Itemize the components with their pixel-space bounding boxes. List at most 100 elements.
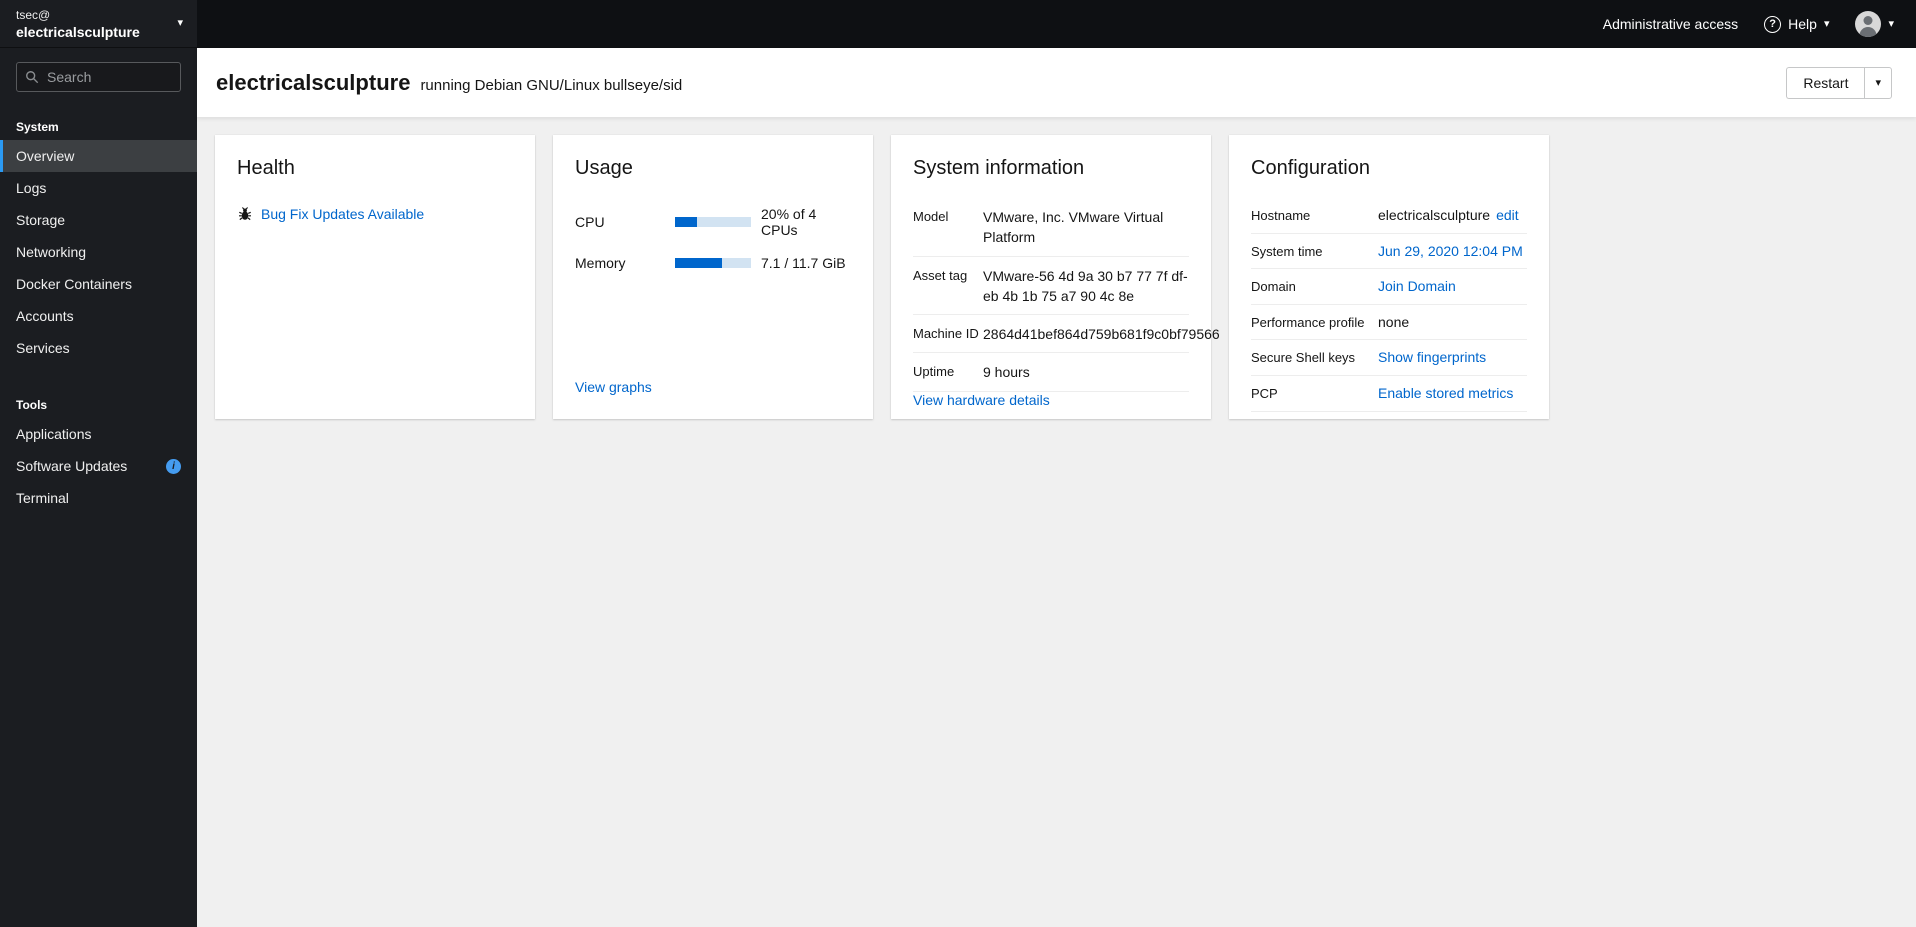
row-term: Domain: [1251, 279, 1296, 295]
bug-icon: [239, 207, 251, 221]
memory-label: Memory: [575, 255, 626, 271]
search-input[interactable]: [16, 62, 181, 92]
host-switcher-user: tsec@: [16, 7, 51, 22]
cpu-usage-row: CPU 20% of 4 CPUs: [575, 206, 851, 238]
restart-button[interactable]: Restart: [1786, 66, 1865, 99]
host-switcher-host: electricalsculpture: [16, 23, 140, 40]
memory-usage-row: Memory 7.1 / 11.7 GiB: [575, 255, 851, 271]
row-term: Uptime: [913, 364, 955, 380]
cpu-progress-bar: [675, 217, 751, 227]
search-icon: [26, 71, 39, 84]
join-domain-link[interactable]: Join Domain: [1378, 277, 1456, 297]
sidebar: tsec@ electricalsculpture ▾ System Overv…: [0, 0, 197, 927]
sidebar-nav: System Overview Logs Storage Networking …: [0, 108, 197, 514]
avatar: [1855, 11, 1882, 37]
table-row: Asset tag VMware-56 4d 9a 30 b7 77 7f df…: [913, 257, 1189, 316]
page-subtitle: running Debian GNU/Linux bullseye/sid: [420, 76, 683, 94]
chevron-down-icon: ▾: [1888, 17, 1894, 30]
row-term: Secure Shell keys: [1251, 350, 1356, 366]
view-hardware-details-link[interactable]: View hardware details: [913, 392, 1189, 408]
table-row: Machine ID 2864d41bef864d759b681f9c0bf79…: [913, 315, 1220, 354]
edit-hostname-link[interactable]: edit: [1496, 206, 1519, 226]
table-row: Domain Join Domain: [1251, 269, 1527, 305]
sidebar-item-storage[interactable]: Storage: [0, 204, 197, 236]
configuration-table: Hostname electricalsculpture edit System…: [1251, 198, 1527, 412]
sidebar-item-logs[interactable]: Logs: [0, 172, 197, 204]
row-term: Hostname: [1251, 208, 1311, 223]
page-title: electricalsculpture: [216, 69, 411, 95]
sidebar-item-networking[interactable]: Networking: [0, 236, 197, 268]
nav-section-system: System Overview Logs Storage Networking …: [0, 112, 197, 364]
sidebar-search: [16, 62, 181, 92]
performance-profile-value: none: [1378, 313, 1410, 330]
system-information-card: System information Model VMware, Inc. VM…: [891, 135, 1220, 419]
session-menu-button[interactable]: ▾: [1855, 11, 1894, 37]
row-value: VMware, Inc. VMware Virtual Platform: [983, 209, 1164, 246]
row-value: VMware-56 4d 9a 30 b7 77 7f df-eb 4b 1b …: [983, 267, 1188, 304]
host-switcher[interactable]: tsec@ electricalsculpture ▾: [0, 0, 197, 48]
nav-section-tools-title: Tools: [16, 398, 48, 412]
cpu-progress-fill: [675, 217, 698, 227]
help-label: Help: [1788, 16, 1817, 32]
sidebar-item-applications[interactable]: Applications: [0, 418, 197, 450]
chevron-down-icon: ▾: [1875, 77, 1881, 89]
card-grid: Health Bug Fix Updates Available Usage C…: [215, 135, 1898, 419]
row-term: System time: [1251, 243, 1323, 259]
nav-section-system-title: System: [16, 120, 59, 134]
health-update-row: Bug Fix Updates Available: [237, 206, 513, 222]
table-row: Hostname electricalsculpture edit: [1251, 198, 1527, 234]
row-term: PCP: [1251, 385, 1278, 401]
administrative-access-button[interactable]: Administrative access: [1603, 16, 1738, 32]
row-term: Performance profile: [1251, 314, 1365, 330]
health-card-title: Health: [237, 157, 295, 179]
row-value: 2864d41bef864d759b681f9c0bf79566: [983, 326, 1220, 343]
restart-dropdown-toggle[interactable]: ▾: [1864, 66, 1892, 99]
info-icon: i: [166, 458, 181, 474]
hostname-value: electricalsculpture: [1378, 207, 1491, 223]
page-header: electricalsculpture running Debian GNU/L…: [197, 48, 1916, 117]
sidebar-item-label: Software Updates: [16, 458, 128, 474]
system-time-link[interactable]: Jun 29, 2020 12:04 PM: [1378, 242, 1523, 262]
cpu-label: CPU: [575, 214, 605, 230]
enable-stored-metrics-link[interactable]: Enable stored metrics: [1378, 384, 1513, 404]
chevron-down-icon: ▾: [177, 17, 183, 29]
help-menu-button[interactable]: ? Help ▾: [1764, 15, 1830, 33]
memory-progress-bar: [675, 258, 751, 268]
nav-section-tools: Tools Applications Software Updates i Te…: [0, 390, 197, 514]
view-graphs-link[interactable]: View graphs: [575, 379, 851, 395]
main-column: Administrative access ? Help ▾ ▾ electri…: [197, 0, 1916, 927]
memory-value: 7.1 / 11.7 GiB: [761, 255, 846, 271]
sidebar-item-services[interactable]: Services: [0, 332, 197, 364]
overview-content: Health Bug Fix Updates Available Usage C…: [197, 117, 1916, 927]
system-information-title: System information: [913, 157, 1085, 179]
masthead: Administrative access ? Help ▾ ▾: [197, 0, 1916, 48]
table-row: Model VMware, Inc. VMware Virtual Platfo…: [913, 198, 1189, 257]
memory-progress-fill: [675, 258, 723, 268]
cpu-value: 20% of 4 CPUs: [761, 206, 817, 238]
table-row: System time Jun 29, 2020 12:04 PM: [1251, 234, 1527, 270]
chevron-down-icon: ▾: [1823, 17, 1830, 30]
table-row: Uptime 9 hours: [913, 353, 1189, 392]
usage-card-title: Usage: [575, 157, 633, 179]
sidebar-item-accounts[interactable]: Accounts: [0, 300, 197, 332]
host-switcher-labels: tsec@ electricalsculpture: [16, 8, 140, 40]
row-term: Asset tag: [913, 267, 968, 283]
show-fingerprints-link[interactable]: Show fingerprints: [1378, 348, 1486, 368]
row-term: Model: [913, 209, 949, 224]
sidebar-item-overview[interactable]: Overview: [0, 140, 197, 172]
table-row: Performance profile none: [1251, 305, 1527, 341]
usage-card: Usage CPU 20% of 4 CPUs Memory 7.1 / 11.…: [553, 135, 873, 419]
sidebar-item-software-updates[interactable]: Software Updates i: [0, 450, 197, 482]
help-icon: ?: [1764, 15, 1782, 33]
configuration-title: Configuration: [1251, 157, 1370, 179]
sidebar-item-terminal[interactable]: Terminal: [0, 482, 197, 514]
system-information-table: Model VMware, Inc. VMware Virtual Platfo…: [913, 198, 1220, 392]
health-card: Health Bug Fix Updates Available: [215, 135, 535, 419]
sidebar-item-docker-containers[interactable]: Docker Containers: [0, 268, 197, 300]
restart-split-button: Restart ▾: [1786, 66, 1892, 99]
row-term: Machine ID: [913, 326, 979, 342]
row-value: 9 hours: [983, 364, 1030, 381]
bug-fix-updates-link[interactable]: Bug Fix Updates Available: [261, 206, 424, 222]
table-row: Secure Shell keys Show fingerprints: [1251, 340, 1527, 376]
table-row: PCP Enable stored metrics: [1251, 376, 1527, 412]
